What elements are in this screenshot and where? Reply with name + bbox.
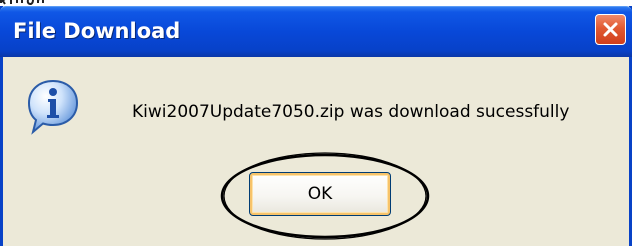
ok-button[interactable]: OK: [249, 172, 391, 216]
dialog-title: File Download: [13, 19, 181, 43]
dialog-message: Kiwi2007Update7050.zip was download suce…: [132, 102, 570, 122]
screenshot: File Download Kiwi2007Update7050.zip was…: [0, 0, 632, 246]
dialog-body: Kiwi2007Update7050.zip was download suce…: [3, 57, 629, 246]
file-download-dialog: File Download Kiwi2007Update7050.zip was…: [0, 6, 632, 246]
title-bar[interactable]: File Download: [0, 6, 632, 57]
close-button[interactable]: [595, 14, 626, 45]
close-icon: [603, 22, 618, 37]
info-icon: [27, 79, 79, 135]
